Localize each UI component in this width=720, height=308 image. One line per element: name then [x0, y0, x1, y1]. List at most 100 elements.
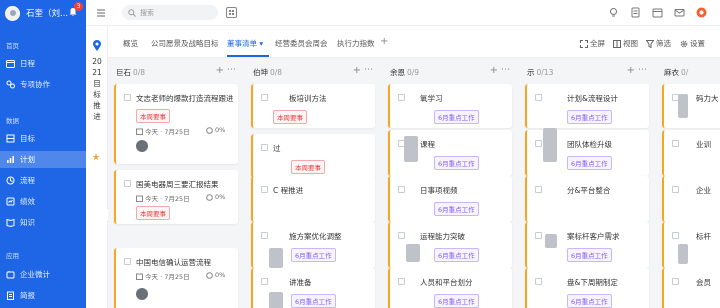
- task-checkbox[interactable]: [535, 140, 542, 147]
- sidebar-item-knowledge[interactable]: 知识: [0, 214, 86, 231]
- task-title: 团队体检升级: [567, 140, 612, 149]
- more-icon[interactable]: ⋯: [364, 65, 373, 75]
- progress-icon: [206, 126, 213, 134]
- document-icon[interactable]: [630, 7, 641, 18]
- task-card[interactable]: C 程推进: [251, 176, 375, 222]
- task-card[interactable]: 中国电信确认运营流程 今天 · 7月25日 0%: [114, 248, 238, 308]
- settings-button[interactable]: 设置: [680, 38, 705, 49]
- app-logo-icon[interactable]: [696, 7, 707, 18]
- task-checkbox[interactable]: [398, 232, 405, 239]
- search-placeholder: 搜索: [140, 8, 154, 17]
- tab-vision-goals[interactable]: 公司愿景及战略目标: [151, 38, 219, 49]
- task-card[interactable]: 分&平台整合: [525, 176, 649, 222]
- task-card[interactable]: 盘&下周期制定 6月重点工作: [525, 268, 649, 308]
- task-checkbox[interactable]: [124, 180, 131, 187]
- task-title: 分&平台整合: [567, 186, 611, 195]
- more-icon[interactable]: ⋯: [501, 65, 510, 75]
- mail-icon[interactable]: [674, 7, 685, 18]
- sidebar-item-report[interactable]: 简报: [0, 287, 86, 304]
- task-card[interactable]: 板培训方法 本周要事: [251, 84, 375, 128]
- add-tab-icon[interactable]: +: [380, 36, 388, 47]
- task-checkbox[interactable]: [124, 258, 131, 265]
- task-card[interactable]: 国美电器周三要汇报结果 今天 · 7月25日 0% 本周要事: [114, 170, 238, 224]
- calendar-icon: [136, 128, 143, 135]
- task-checkbox[interactable]: [672, 278, 679, 285]
- task-card[interactable]: 氧学习 6月重点工作: [388, 84, 512, 128]
- task-checkbox[interactable]: [398, 94, 405, 101]
- more-icon[interactable]: ⋯: [227, 65, 236, 75]
- task-card[interactable]: 计划&流程设计 6月重点工作: [525, 84, 649, 128]
- task-card[interactable]: 业训: [662, 130, 720, 176]
- knowledge-icon: [6, 218, 15, 227]
- tab-board-list[interactable]: 董事清单 ▾: [227, 38, 263, 49]
- progress-icon: [206, 271, 213, 279]
- task-card[interactable]: 标杆: [662, 222, 720, 268]
- task-card[interactable]: 人员和平台划分 6月重点工作: [388, 268, 512, 308]
- sidebar-item-plan[interactable]: 计划: [0, 151, 86, 168]
- task-checkbox[interactable]: [672, 232, 679, 239]
- task-checkbox[interactable]: [124, 94, 131, 101]
- task-checkbox[interactable]: [535, 186, 542, 193]
- task-checkbox[interactable]: [261, 232, 268, 239]
- task-card[interactable]: 日事项视频 6月重点工作: [388, 176, 512, 222]
- task-card[interactable]: 案标杆客户需求 6月重点工作: [525, 222, 649, 268]
- tab-committee-meeting[interactable]: 经营委员会周会: [275, 38, 328, 49]
- sidebar-item-schedule[interactable]: 日程: [0, 55, 86, 72]
- chevron-down-icon: ▾: [259, 39, 264, 48]
- add-card-icon[interactable]: +: [353, 65, 361, 76]
- task-checkbox[interactable]: [261, 278, 268, 285]
- task-checkbox[interactable]: [398, 186, 405, 193]
- assignee-avatar[interactable]: [136, 288, 148, 300]
- settings-label: 设置: [690, 39, 705, 48]
- task-checkbox[interactable]: [261, 144, 268, 151]
- filter-icon: [646, 39, 654, 48]
- sidebar-item-flow[interactable]: 流程: [0, 172, 86, 189]
- avatar[interactable]: [5, 5, 20, 21]
- sidebar-item-label: 简报: [20, 291, 35, 300]
- filter-label: 筛选: [656, 39, 671, 48]
- apps-grid-icon[interactable]: [226, 7, 237, 18]
- task-checkbox[interactable]: [535, 278, 542, 285]
- more-icon[interactable]: ⋯: [638, 65, 647, 75]
- lightbulb-icon[interactable]: [608, 7, 619, 18]
- sidebar-item-target[interactable]: 目标: [0, 130, 86, 147]
- task-title: 人员和平台划分: [420, 278, 473, 287]
- fullscreen-button[interactable]: 全屏: [580, 38, 605, 49]
- task-checkbox[interactable]: [261, 94, 268, 101]
- task-card[interactable]: 过 本周要事: [251, 134, 375, 178]
- task-checkbox[interactable]: [398, 278, 405, 285]
- add-card-icon[interactable]: +: [490, 65, 498, 76]
- column-title: 伯坤: [253, 67, 268, 77]
- task-checkbox[interactable]: [535, 94, 542, 101]
- task-card[interactable]: 文志老师的爆款打造流程跟进 本周要事 今天 · 7月25日 0%: [114, 84, 238, 164]
- menu-icon[interactable]: [96, 8, 106, 18]
- tab-overview[interactable]: 概览: [123, 38, 138, 49]
- section-home: 首页: [6, 42, 19, 50]
- sidebar-item-collab[interactable]: 专项协作: [0, 76, 86, 93]
- user-name: 石奎（刘...: [26, 9, 69, 19]
- task-card[interactable]: 企业: [662, 176, 720, 222]
- sidebar-item-enterprise[interactable]: 企业微计: [0, 266, 86, 283]
- assignee-avatar[interactable]: [136, 140, 148, 152]
- task-title: 施方案优化调整: [289, 232, 342, 241]
- star-icon[interactable]: ★: [92, 153, 100, 163]
- view-button[interactable]: 视图: [613, 38, 638, 49]
- filter-button[interactable]: 筛选: [646, 38, 671, 49]
- task-card[interactable]: 会员: [662, 268, 720, 308]
- task-checkbox[interactable]: [672, 140, 679, 147]
- search-icon: [128, 8, 136, 17]
- add-card-icon[interactable]: +: [627, 65, 635, 76]
- view-icon: [613, 39, 621, 48]
- add-card-icon[interactable]: +: [216, 65, 224, 76]
- task-checkbox[interactable]: [535, 232, 542, 239]
- calendar-icon[interactable]: [652, 7, 663, 18]
- search-input[interactable]: 搜索: [122, 5, 218, 20]
- tab-execution-index[interactable]: 执行力指数: [337, 38, 375, 49]
- sidebar-item-performance[interactable]: 绩效: [0, 193, 86, 210]
- task-checkbox[interactable]: [261, 186, 268, 193]
- section-apps: 应用: [6, 252, 19, 260]
- task-card[interactable]: 码力大: [662, 84, 720, 128]
- task-checkbox[interactable]: [672, 186, 679, 193]
- task-title: 业训: [696, 140, 711, 149]
- task-date: 今天 · 7月25日: [136, 126, 190, 136]
